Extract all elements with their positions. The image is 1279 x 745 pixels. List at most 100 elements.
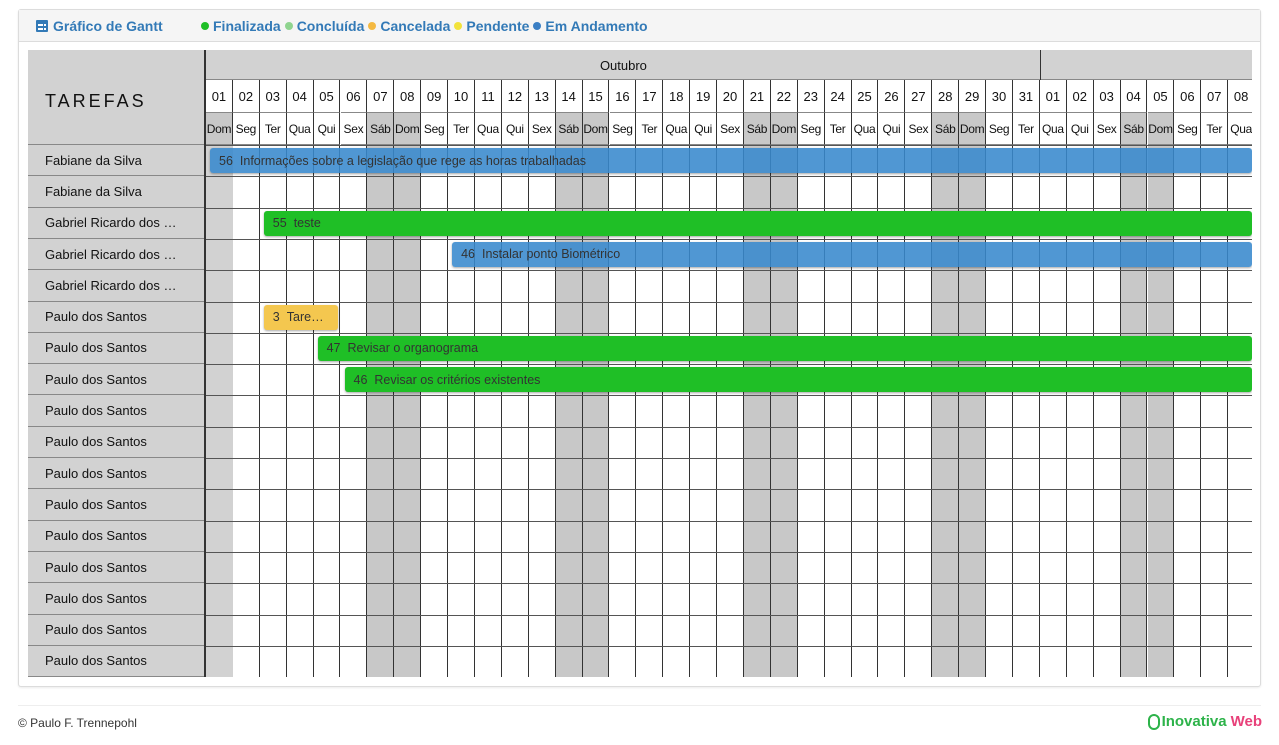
- task-column: TAREFAS Fabiane da Silva Fabiane da Silva…: [28, 50, 206, 678]
- weekday-cell: Sáb: [367, 113, 395, 145]
- day-number-cell: 27: [905, 80, 933, 113]
- task-bar[interactable]: 47 Revisar o organograma: [317, 335, 1252, 361]
- month-header-row: Outubro: [206, 50, 1252, 80]
- task-row-name[interactable]: Paulo dos Santos: [28, 395, 204, 427]
- task-row-name[interactable]: Paulo dos Santos: [28, 458, 204, 490]
- weekday-cell: Sex: [1093, 113, 1121, 145]
- weekday-cell: Qui: [501, 113, 529, 145]
- day-number-cell: 22: [770, 80, 798, 113]
- task-bar[interactable]: 55 teste: [263, 210, 1252, 236]
- day-number-cell: 04: [1120, 80, 1148, 113]
- task-row-name[interactable]: Paulo dos Santos: [28, 583, 204, 615]
- day-number-cell: 02: [232, 80, 260, 113]
- task-bar[interactable]: 56 Informações sobre a legislação que reg…: [210, 148, 1252, 173]
- task-row-name[interactable]: Paulo dos Santos: [28, 552, 204, 584]
- weekday-cell: Ter: [259, 113, 287, 145]
- row-divider: [206, 332, 1252, 334]
- day-number-cell: 11: [475, 80, 502, 113]
- day-number-cell: 13: [528, 80, 556, 113]
- task-owner-label: Paulo dos Santos: [45, 590, 147, 606]
- task-row-name[interactable]: Paulo dos Santos: [28, 615, 204, 646]
- task-owner-label: Paulo dos Santos: [45, 371, 147, 387]
- task-title: Revisar os critérios existentes: [374, 372, 541, 387]
- brand-logo[interactable]: Inovativa Web: [1147, 713, 1262, 730]
- task-id: 56: [219, 153, 233, 168]
- brand-name-part1: Inovativa: [1161, 713, 1227, 730]
- task-owner-label: Fabiane da Silva: [45, 152, 142, 168]
- task-row-name[interactable]: Fabiane da Silva: [28, 145, 204, 177]
- task-owner-label: Gabriel Ricardo dos S…: [45, 246, 185, 262]
- task-row-name[interactable]: Paulo dos Santos: [28, 489, 204, 521]
- day-number-cell: 08: [394, 80, 422, 113]
- day-number-cell: 23: [797, 80, 825, 113]
- task-row-name[interactable]: Gabriel Ricardo dos S…: [28, 239, 204, 271]
- row-divider: [206, 176, 1252, 178]
- panel-title: Gráfico de Gantt: [36, 18, 163, 34]
- day-number-cell: 05: [313, 80, 341, 113]
- weekday-cell: Qua: [851, 113, 879, 145]
- day-number-cell: 07: [1201, 80, 1229, 113]
- legend-label: Pendente: [466, 18, 530, 34]
- day-number-cell: 18: [663, 80, 691, 113]
- day-number-cell: 26: [878, 80, 906, 113]
- task-id: 46: [461, 247, 475, 262]
- task-row-name[interactable]: Paulo dos Santos: [28, 646, 204, 678]
- weekday-cell: Dom: [206, 113, 233, 145]
- task-row-name[interactable]: Paulo dos Santos: [28, 302, 204, 333]
- task-owner-label: Paulo dos Santos: [45, 653, 147, 669]
- weekday-cell: Seg: [232, 113, 260, 145]
- day-number-cell: 05: [1147, 80, 1175, 113]
- weekday-cell: Sex: [340, 113, 368, 145]
- weekday-cell: Sáb: [555, 113, 583, 145]
- row-divider: [206, 458, 1252, 459]
- task-owner-label: Gabriel Ricardo dos S…: [45, 215, 185, 231]
- task-row-name[interactable]: Paulo dos Santos: [28, 333, 204, 365]
- task-row-name[interactable]: Fabiane da Silva: [28, 176, 204, 208]
- task-title: Revisar o organograma: [347, 341, 479, 356]
- weekday-cell: Seg: [421, 113, 449, 145]
- weekday-cell: Seg: [986, 113, 1013, 145]
- weekday-cell: Ter: [1013, 113, 1040, 145]
- panel-header: Gráfico de Gantt Finalizada Concluída Canc…: [19, 10, 1260, 42]
- legend-item: Pendente: [454, 18, 529, 34]
- task-bar[interactable]: 46 Instalar ponto Biométrico: [452, 241, 1252, 267]
- weekday-cell: Dom: [582, 113, 610, 145]
- day-number-cell: 02: [1066, 80, 1094, 113]
- weekday-cell: Qua: [286, 113, 314, 145]
- day-number-cell: 28: [932, 80, 960, 113]
- task-row-name[interactable]: Gabriel Ricardo dos S…: [28, 208, 204, 239]
- task-owner-label: Paulo dos Santos: [45, 309, 147, 325]
- weekday-cell: Dom: [394, 113, 422, 145]
- day-number-cell: 24: [824, 80, 852, 113]
- task-row-name[interactable]: Paulo dos Santos: [28, 427, 204, 459]
- task-bar[interactable]: 3 Taref…: [263, 304, 339, 330]
- weekday-cell: Dom: [959, 113, 987, 145]
- task-row-name[interactable]: Paulo dos Santos: [28, 364, 204, 396]
- weekday-cell: Ter: [824, 113, 852, 145]
- day-number-cell: 17: [636, 80, 664, 113]
- task-owner-label: Paulo dos Santos: [45, 434, 147, 450]
- row-divider: [206, 614, 1252, 616]
- task-row-name[interactable]: Gabriel Ricardo dos S…: [28, 270, 204, 302]
- row-divider: [206, 207, 1252, 209]
- day-number-cell: 09: [421, 80, 449, 113]
- task-owner-label: Paulo dos Santos: [45, 465, 147, 481]
- day-number-cell: 20: [717, 80, 744, 113]
- task-row-name[interactable]: Paulo dos Santos: [28, 521, 204, 552]
- weekday-cell: Qui: [1066, 113, 1094, 145]
- weekday-cell: Qui: [313, 113, 341, 145]
- status-legend: Finalizada Concluída Cancelada Pendente Em A…: [201, 18, 652, 34]
- day-number-cell: 06: [1174, 80, 1202, 113]
- legend-dot-icon: [454, 22, 463, 30]
- day-number-cell: 15: [582, 80, 610, 113]
- row-divider: [206, 364, 1252, 366]
- task-bar[interactable]: 46 Revisar os critérios existentes: [344, 367, 1252, 393]
- row-divider: [206, 489, 1252, 491]
- weekday-cell: Qui: [878, 113, 906, 145]
- weekday-cell: Ter: [1201, 113, 1229, 145]
- task-owner-label: Gabriel Ricardo dos S…: [45, 277, 185, 293]
- day-number-cell: 04: [286, 80, 314, 113]
- weekday-cell: Qua: [475, 113, 502, 145]
- day-number-cell: 14: [555, 80, 583, 113]
- weekday-cell: Dom: [770, 113, 798, 145]
